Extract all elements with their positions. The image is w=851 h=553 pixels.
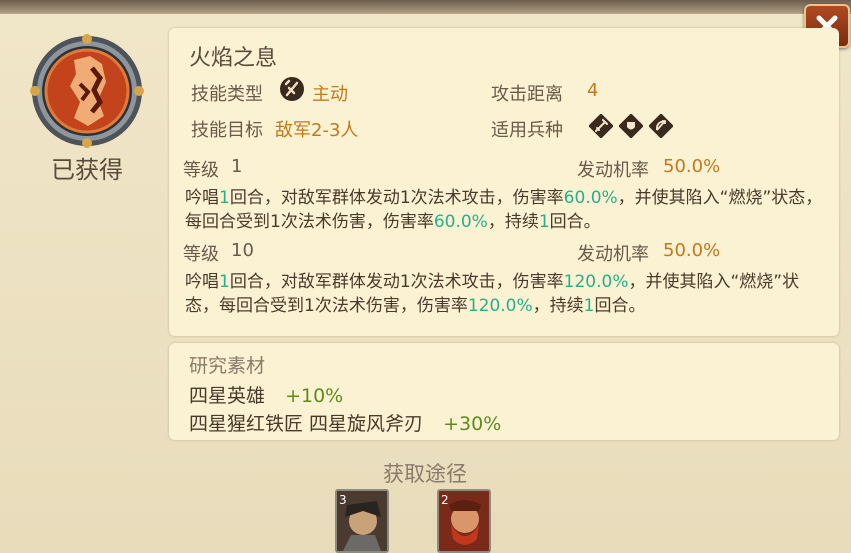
highlight-value: 1 <box>219 188 230 208</box>
shield-icon <box>618 113 644 139</box>
hero-card[interactable]: 3 <box>335 489 389 553</box>
material-names: 四星英雄 <box>189 385 266 407</box>
material-row: 四星猩红铁匠 四星旋风斧刃 +30% <box>189 409 501 436</box>
highlight-value: 1 <box>219 272 230 292</box>
attack-range-value: 4 <box>587 80 599 101</box>
skill-name: 火焰之息 <box>189 46 278 71</box>
materials-title: 研究素材 <box>189 355 266 377</box>
description-text: 吟唱 <box>185 272 219 292</box>
description-text: 吟唱 <box>185 188 219 208</box>
material-names: 四星猩红铁匠 四星旋风斧刃 <box>189 413 424 435</box>
description-text: 回合，对敌军群体发动1次法术攻击，伤害率 <box>229 188 564 208</box>
highlight-value: 60.0% <box>563 188 618 208</box>
description-text: 回合。 <box>594 296 646 316</box>
highlight-value: 120.0% <box>467 296 533 316</box>
active-skill-icon <box>279 76 305 102</box>
unit-types-label: 适用兵种 <box>491 120 563 141</box>
level-1-rate-value: 50.0% <box>663 156 721 177</box>
skill-target-label: 技能目标 <box>191 120 263 141</box>
level-10-rate-label: 发动机率 <box>577 244 649 265</box>
highlight-value: 60.0% <box>433 212 488 232</box>
material-bonus: +10% <box>285 385 344 407</box>
skill-type-value: 主动 <box>312 84 348 105</box>
highlight-value: 120.0% <box>563 272 629 292</box>
skill-target-value: 敌军2-3人 <box>275 120 359 141</box>
source-title: 获取途径 <box>383 462 467 486</box>
level-1-label: 等级 <box>183 160 219 181</box>
material-bonus: +30% <box>443 413 502 435</box>
description-text: ，持续 <box>487 212 539 232</box>
level-10-rate-value: 50.0% <box>663 240 721 261</box>
description-text: 回合。 <box>549 212 601 232</box>
research-materials-panel: 研究素材 四星英雄 +10% 四星猩红铁匠 四星旋风斧刃 +30% <box>169 343 839 440</box>
highlight-value: 1 <box>538 212 550 232</box>
sword-icon <box>588 113 614 139</box>
level-1-rate-label: 发动机率 <box>577 160 649 181</box>
attack-range-label: 攻击距离 <box>491 84 563 105</box>
hero-card-badge: 2 <box>441 493 449 507</box>
skill-icon <box>30 34 144 148</box>
hero-card-badge: 3 <box>339 493 347 507</box>
level-10-description: 吟唱1回合，对敌军群体发动1次法术攻击，伤害率120.0%，并使其陷入“燃烧”状… <box>185 270 825 318</box>
highlight-value: 1 <box>583 296 595 316</box>
hero-card[interactable]: 2 <box>437 489 491 553</box>
skill-detail-panel: 火焰之息 技能类型 主动 攻击距离 4 技能目标 敌军2-3人 适用兵种 等级 … <box>169 28 839 336</box>
level-10-label: 等级 <box>183 244 219 265</box>
description-text: 回合，对敌军群体发动1次法术攻击，伤害率 <box>229 272 564 292</box>
skill-type-label: 技能类型 <box>191 84 263 105</box>
bow-icon <box>648 113 674 139</box>
level-1-description: 吟唱1回合，对敌军群体发动1次法术攻击，伤害率60.0%，并使其陷入“燃烧”状态… <box>185 186 825 234</box>
material-row: 四星英雄 +10% <box>189 381 343 408</box>
acquired-status: 已获得 <box>51 156 123 184</box>
level-1-value: 1 <box>231 156 243 177</box>
level-10-value: 10 <box>231 240 254 261</box>
description-text: ，持续 <box>532 296 584 316</box>
